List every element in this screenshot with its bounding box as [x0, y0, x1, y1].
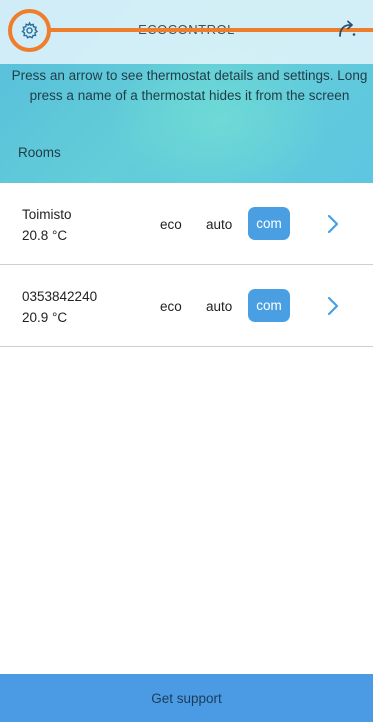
settings-button[interactable] [8, 9, 51, 52]
gear-icon [21, 21, 39, 39]
room-name[interactable]: 0353842240 [22, 289, 97, 304]
rooms-list: Toimisto 20.8 °C eco auto com 0353842240… [0, 183, 373, 347]
mode-auto-button[interactable]: auto [206, 217, 232, 232]
mode-eco-button[interactable]: eco [160, 217, 182, 232]
get-support-button[interactable]: Get support [0, 674, 373, 722]
mode-eco-button[interactable]: eco [160, 299, 182, 314]
app-screen: ECOCONTROL Press an arrow to see thermos… [0, 0, 373, 722]
room-row: Toimisto 20.8 °C eco auto com [0, 183, 373, 265]
room-temperature: 20.9 °C [22, 310, 68, 325]
chevron-right-icon[interactable] [326, 296, 340, 316]
get-support-label: Get support [151, 690, 222, 706]
header: ECOCONTROL Press an arrow to see thermos… [0, 0, 373, 200]
room-temperature: 20.8 °C [22, 228, 68, 243]
instructions-text: Press an arrow to see thermostat details… [11, 68, 368, 103]
mode-com-button[interactable]: com [248, 289, 290, 322]
room-row: 0353842240 20.9 °C eco auto com [0, 265, 373, 347]
mode-com-button[interactable]: com [248, 207, 290, 240]
mode-auto-button[interactable]: auto [206, 299, 232, 314]
chevron-right-icon[interactable] [326, 214, 340, 234]
refresh-icon[interactable] [337, 20, 357, 38]
room-name[interactable]: Toimisto [22, 207, 72, 222]
header-glow [110, 40, 330, 200]
highlight-line [50, 28, 373, 32]
rooms-heading: Rooms [18, 145, 61, 160]
